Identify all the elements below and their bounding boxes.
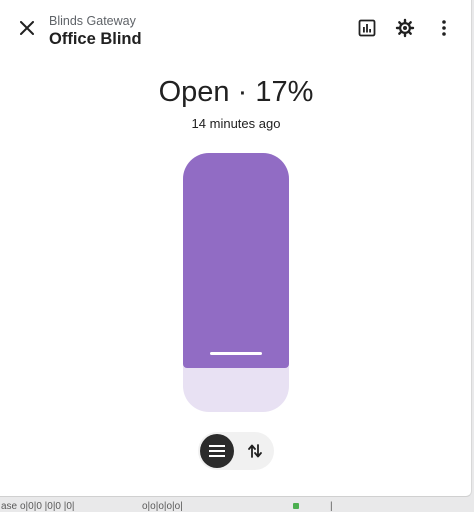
background-text: ase — [1, 501, 18, 512]
history-button[interactable] — [349, 10, 385, 46]
position-mode-button[interactable] — [200, 434, 234, 468]
background-status-dot — [293, 503, 299, 509]
more-options-button[interactable] — [426, 10, 462, 46]
cover-state: Open · 17% — [158, 76, 314, 108]
buttons-mode-button[interactable] — [238, 434, 272, 468]
gear-icon — [395, 18, 415, 38]
more-info-dialog: Blinds Gateway Office Blind Open · 17% 1… — [0, 0, 472, 497]
control-mode-toggle — [198, 432, 274, 470]
slider-fill — [183, 153, 289, 368]
background-text: | — [330, 501, 333, 512]
close-icon — [20, 21, 34, 35]
background-page-fragment: ase o|0|0 |0|0 |0| o|o|o|o|o| | — [0, 500, 474, 512]
settings-button[interactable] — [387, 10, 423, 46]
position-slider[interactable] — [183, 153, 289, 412]
dialog-title: Office Blind — [49, 30, 142, 48]
close-button[interactable] — [9, 10, 45, 46]
background-text: o|o|o|o|o| — [142, 501, 183, 512]
dots-vertical-icon — [442, 20, 446, 36]
swap-vertical-icon — [248, 444, 262, 458]
background-text: o|0|0 |0|0 |0| — [20, 501, 75, 512]
chart-box-icon — [358, 19, 376, 37]
dialog-header: Blinds Gateway Office Blind — [0, 0, 472, 56]
dialog-subtitle: Blinds Gateway — [49, 14, 136, 28]
last-changed: 14 minutes ago — [191, 116, 281, 131]
slider-handle[interactable] — [210, 352, 262, 355]
menu-icon — [209, 445, 225, 457]
dialog-titles: Blinds Gateway Office Blind — [49, 13, 142, 49]
